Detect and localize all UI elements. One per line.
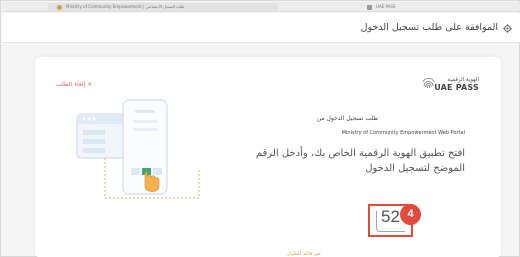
browser-tab-ministry[interactable]: Ministry of Community Empowerment | طلب …: [48, 3, 278, 11]
phone-tap-illustration: [76, 99, 200, 199]
tab-bar: Ministry of Community Empowerment | طلب …: [2, 2, 520, 12]
gear-icon[interactable]: [503, 24, 512, 33]
tab-label: Ministry of Community Empowerment | طلب …: [66, 4, 185, 9]
cancel-request-button[interactable]: إلغاء الطلب ×: [56, 81, 92, 88]
fingerprint-logo-icon: [422, 77, 435, 89]
portal-name: Ministry of Community Empowerment Web Po…: [341, 130, 465, 136]
step-badge: 4: [400, 204, 421, 225]
cancel-label: إلغاء الطلب: [56, 81, 86, 88]
help-link[interactable]: غير قابلة للتكرار: [287, 251, 321, 257]
app-header: الموافقة على طلب تسجيل الدخول: [2, 13, 520, 43]
login-approval-card: إلغاء الطلب × الهوية الرقمية UAE PASS طلب…: [35, 57, 501, 257]
logo-english-text: UAE PASS: [434, 83, 479, 92]
page-title: الموافقة على طلب تسجيل الدخول: [360, 22, 498, 33]
close-icon: ×: [87, 81, 93, 88]
site-favicon-icon: [57, 5, 62, 10]
request-label: طلب تسجيل الدخول من: [316, 115, 378, 122]
tab-label: UAE PASS: [376, 4, 396, 9]
site-favicon-icon: [367, 5, 372, 10]
browser-frame: Ministry of Community Empowerment | طلب …: [0, 0, 520, 257]
instruction-text: افتح تطبيق الهوية الرقمية الخاص بك، وأدخ…: [255, 148, 465, 174]
browser-tab-uaepass[interactable]: UAE PASS: [364, 3, 514, 11]
